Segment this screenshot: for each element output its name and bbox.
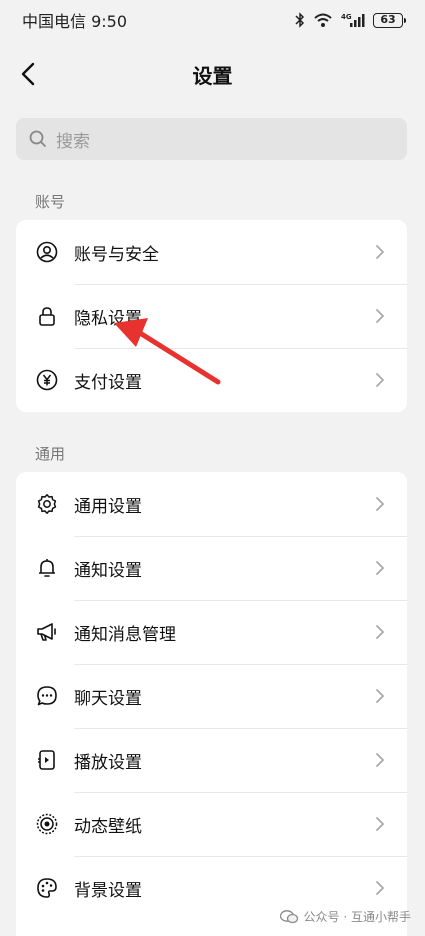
settings-item-label: 聊天设置	[74, 688, 142, 709]
settings-item-label: 账号与安全	[74, 244, 159, 265]
chevron-right-icon	[376, 373, 384, 387]
section-label-general: 通用	[35, 445, 66, 463]
gear-icon	[36, 493, 58, 515]
watermark-text: 公众号 · 互通小帮手	[303, 910, 411, 924]
settings-item-playback[interactable]: 播放设置	[16, 728, 407, 792]
settings-item-label: 隐私设置	[74, 308, 142, 329]
nav-bar: 设置	[0, 50, 425, 98]
back-button[interactable]	[12, 58, 44, 90]
status-icons: 4G 63	[295, 12, 406, 28]
chevron-right-icon	[376, 309, 384, 323]
search-placeholder: 搜索	[56, 131, 90, 152]
lock-icon	[36, 305, 58, 327]
search-icon	[29, 130, 46, 147]
cellular-signal-icon: 4G	[341, 12, 365, 28]
settings-item-label: 通知消息管理	[74, 624, 176, 645]
settings-item-label: 动态壁纸	[74, 816, 142, 837]
settings-item-label: 支付设置	[74, 372, 142, 393]
account-settings-card: 账号与安全 隐私设置 支付设置	[16, 220, 407, 412]
chevron-right-icon	[376, 753, 384, 767]
settings-item-privacy[interactable]: 隐私设置	[16, 284, 407, 348]
settings-item-notification-messages[interactable]: 通知消息管理	[16, 600, 407, 664]
chat-bubble-icon	[36, 685, 58, 707]
network-type-label: 4G	[341, 13, 352, 21]
settings-item-chat[interactable]: 聊天设置	[16, 664, 407, 728]
yen-icon	[36, 369, 58, 391]
chevron-right-icon	[376, 497, 384, 511]
settings-item-label: 通知设置	[74, 560, 142, 581]
settings-item-dynamic-wallpaper[interactable]: 动态壁纸	[16, 792, 407, 856]
bluetooth-icon	[295, 12, 305, 28]
bell-icon	[36, 557, 58, 579]
settings-item-label: 播放设置	[74, 752, 142, 773]
play-device-icon	[36, 749, 58, 771]
settings-item-label: 通用设置	[74, 496, 142, 517]
chevron-right-icon	[376, 817, 384, 831]
palette-icon	[36, 877, 58, 899]
settings-item-notifications[interactable]: 通知设置	[16, 536, 407, 600]
search-input[interactable]: 搜索	[16, 118, 407, 160]
carrier-time: 中国电信 9:50	[22, 12, 128, 31]
settings-item-general[interactable]: 通用设置	[16, 472, 407, 536]
section-label-account: 账号	[35, 193, 66, 211]
user-circle-icon	[36, 241, 58, 263]
watermark: 公众号 · 互通小帮手	[279, 908, 411, 925]
general-settings-card: 通用设置 通知设置 通知消息管理 聊天设置 播放设置 动态壁纸 背景设置	[16, 472, 407, 936]
battery-indicator: 63	[373, 12, 406, 28]
chevron-right-icon	[376, 625, 384, 639]
wifi-icon	[313, 12, 333, 28]
wechat-official-account-icon	[279, 909, 298, 923]
status-bar: 中国电信 9:50 4G 63	[0, 0, 425, 40]
page-title: 设置	[192, 63, 233, 88]
settings-item-payment[interactable]: 支付设置	[16, 348, 407, 412]
chevron-left-icon	[21, 62, 35, 86]
megaphone-icon	[36, 621, 58, 643]
chevron-right-icon	[376, 561, 384, 575]
chevron-right-icon	[376, 689, 384, 703]
settings-item-account-security[interactable]: 账号与安全	[16, 220, 407, 284]
chevron-right-icon	[376, 881, 384, 895]
dynamic-wallpaper-icon	[36, 813, 58, 835]
settings-item-label: 背景设置	[74, 880, 142, 901]
chevron-right-icon	[376, 245, 384, 259]
